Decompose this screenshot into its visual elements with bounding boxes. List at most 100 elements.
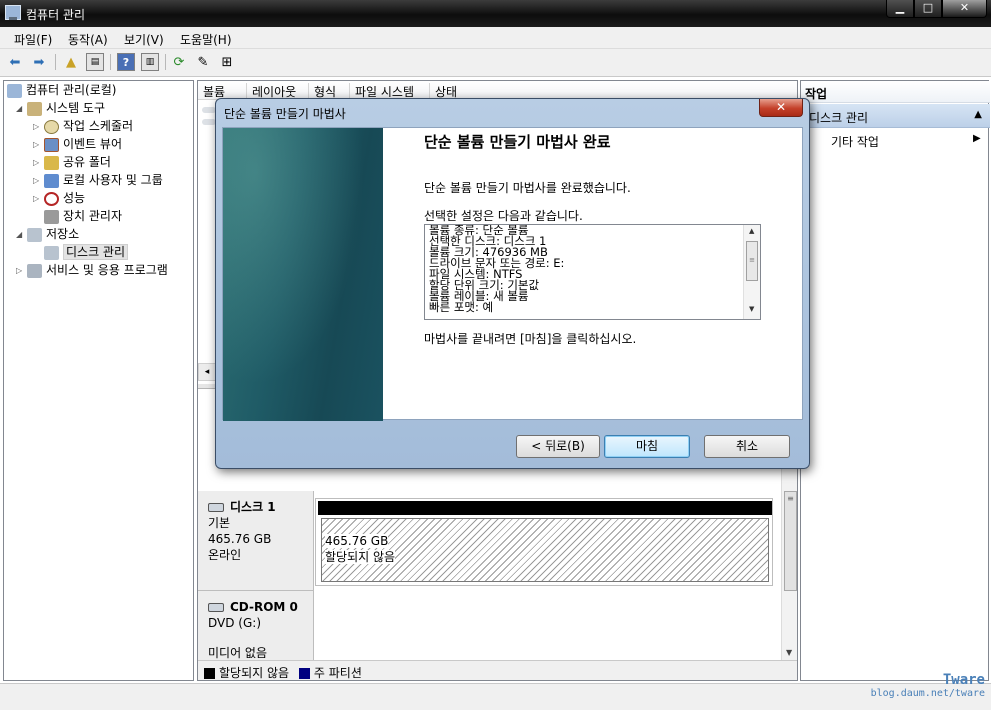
disk-name: 디스크 1 xyxy=(230,500,276,514)
expand-icon[interactable]: ▷ xyxy=(33,154,44,171)
menu-action[interactable]: 동작(A) xyxy=(68,31,108,48)
tree-item-system-tools[interactable]: ◢ 시스템 도구 xyxy=(16,100,105,117)
volume-row-stub[interactable] xyxy=(202,119,216,125)
watermark-url: blog.daum.net/tware xyxy=(870,688,985,699)
watermark: Tware blog.daum.net/tware xyxy=(871,673,985,700)
maximize-button[interactable]: □ xyxy=(914,0,942,18)
collapse-icon[interactable]: ◢ xyxy=(16,226,27,243)
tree-item-services[interactable]: ▷ 서비스 및 응용 프로그램 xyxy=(16,262,168,279)
menu-view[interactable]: 보기(V) xyxy=(124,31,164,48)
partition-status: 할당되지 않음 xyxy=(325,550,396,564)
disk-1-partition-area: 465.76 GB 할당되지 않음 xyxy=(315,498,773,586)
tree-item-task-scheduler[interactable]: ▷ 작업 스케줄러 xyxy=(33,118,133,135)
partition-size: 465.76 GB xyxy=(325,534,389,548)
primary-swatch xyxy=(298,668,310,679)
disk-icon xyxy=(44,245,59,260)
menu-bar: 파일(F) 동작(A) 보기(V) 도움말(H) xyxy=(0,27,991,49)
volume-row-stub[interactable] xyxy=(202,107,216,113)
watermark-brand: Tware xyxy=(942,672,985,688)
tree-item-root[interactable]: 컴퓨터 관리(로컬) xyxy=(7,82,116,99)
computer-icon xyxy=(7,83,22,98)
device-manager-icon xyxy=(44,209,59,224)
wizard-finish-message: 마법사를 끝내려면 [마침]을 클릭하십시오. xyxy=(424,332,637,346)
action-more-actions[interactable]: 기타 작업 xyxy=(831,133,879,150)
collapse-icon[interactable]: ◢ xyxy=(16,100,27,117)
scroll-up-arrow[interactable]: ▲ xyxy=(749,227,754,235)
clock-icon xyxy=(44,119,59,134)
cdrom-name: CD-ROM 0 xyxy=(230,600,298,614)
help-icon[interactable]: ? xyxy=(117,53,135,71)
wizard-settings-label: 선택한 설정은 다음과 같습니다. xyxy=(424,209,583,223)
finish-button[interactable]: 마침 xyxy=(604,435,690,458)
console-tree: 컴퓨터 관리(로컬) ◢ 시스템 도구 ▷ 작업 스케줄러 ▷ 이벤트 뷰어 ▷ 공유 … xyxy=(3,80,194,681)
menu-help[interactable]: 도움말(H) xyxy=(180,31,232,48)
hard-disk-icon xyxy=(208,503,224,512)
tree-item-event-viewer[interactable]: ▷ 이벤트 뷰어 xyxy=(33,136,122,153)
window-titlebar: 컴퓨터 관리 ▁ □ ✕ xyxy=(0,0,991,27)
expand-icon[interactable]: ▷ xyxy=(16,262,27,279)
users-icon xyxy=(44,173,59,188)
back-arrow-icon[interactable]: ⬅ xyxy=(6,53,24,71)
actions-section-disk-management[interactable]: 디스크 관리 ▲ xyxy=(801,104,990,128)
performance-icon xyxy=(44,191,59,206)
window-title: 컴퓨터 관리 xyxy=(26,8,86,22)
unallocated-partition[interactable]: 465.76 GB 할당되지 않음 xyxy=(321,518,769,582)
event-log-icon xyxy=(44,137,59,152)
legend-primary: 주 파티션 xyxy=(313,666,362,680)
cancel-button[interactable]: 취소 xyxy=(704,435,790,458)
scroll-thumb[interactable]: ≡ xyxy=(746,241,758,281)
show-action-pane-icon[interactable]: ▥ xyxy=(141,53,159,71)
settings-scrollbar[interactable]: ▲ ≡ ▼ xyxy=(743,225,760,319)
expand-icon[interactable]: ▷ xyxy=(33,118,44,135)
computer-management-icon xyxy=(5,5,21,20)
refresh-icon[interactable]: ⟳ xyxy=(170,53,188,71)
wizard-title: 단순 볼륨 만들기 마법사 xyxy=(224,107,346,121)
wizard-done-message: 단순 볼륨 만들기 마법사를 완료했습니다. xyxy=(424,181,631,195)
scroll-down-arrow[interactable]: ▼ xyxy=(786,648,792,657)
tree-item-shared-folders[interactable]: ▷ 공유 폴더 xyxy=(33,154,111,171)
expand-icon[interactable]: ▷ xyxy=(33,190,44,207)
toolbar: ⬅ ➡ ▲ ▤ ? ▥ ⟳ ✎ ⊞ xyxy=(0,49,991,77)
wizard-settings-list[interactable]: 볼륨 종류: 단순 볼륨 선택한 디스크: 디스크 1 볼륨 크기: 47693… xyxy=(424,224,761,320)
expand-icon[interactable]: ▷ xyxy=(33,136,44,153)
back-button[interactable]: < 뒤로(B) xyxy=(516,435,600,458)
cdrom-status: 미디어 없음 xyxy=(208,646,268,660)
scroll-left-arrow[interactable]: ◂ xyxy=(198,363,216,381)
services-icon xyxy=(27,263,42,278)
forward-arrow-icon[interactable]: ➡ xyxy=(30,53,48,71)
close-button[interactable]: ✕ xyxy=(942,0,987,18)
menu-file[interactable]: 파일(F) xyxy=(14,31,52,48)
unallocated-swatch xyxy=(204,668,215,679)
tools-icon xyxy=(27,101,42,116)
tree-item-local-users[interactable]: ▷ 로컬 사용자 및 그룹 xyxy=(33,172,163,189)
wizard-heading: 단순 볼륨 만들기 마법사 완료 xyxy=(424,133,611,151)
disk-status: 온라인 xyxy=(208,548,242,562)
disk-size: 465.76 GB xyxy=(208,532,272,546)
wizard-body: 단순 볼륨 만들기 마법사 완료 단순 볼륨 만들기 마법사를 완료했습니다. … xyxy=(222,127,803,421)
settings-line: 빠른 포맷: 예 xyxy=(429,300,494,314)
tree-item-device-manager[interactable]: 장치 관리자 xyxy=(44,208,122,225)
collapse-up-icon[interactable]: ▲ xyxy=(974,109,982,120)
scroll-thumb[interactable]: ≡ xyxy=(784,491,797,591)
cdrom-icon xyxy=(208,603,224,612)
new-simple-volume-wizard: 단순 볼륨 만들기 마법사 ✕ 단순 볼륨 만들기 마법사 완료 단순 볼륨 만… xyxy=(215,98,810,469)
up-folder-icon[interactable]: ▲ xyxy=(62,53,80,71)
tree-item-performance[interactable]: ▷ 성능 xyxy=(33,190,85,207)
export-icon[interactable]: ⊞ xyxy=(218,53,236,71)
tree-item-disk-management[interactable]: 디스크 관리 xyxy=(44,244,129,261)
unallocated-bar xyxy=(318,501,772,515)
storage-icon xyxy=(27,227,42,242)
properties-icon[interactable]: ✎ xyxy=(194,53,212,71)
wizard-close-button[interactable]: ✕ xyxy=(759,99,803,117)
actions-header: 작업 xyxy=(801,81,990,103)
disk-1-header[interactable]: 디스크 1 기본 465.76 GB 온라인 xyxy=(198,491,314,591)
scroll-down-arrow[interactable]: ▼ xyxy=(749,305,754,313)
tree-item-storage[interactable]: ◢ 저장소 xyxy=(16,226,79,243)
expand-icon[interactable]: ▷ xyxy=(33,172,44,189)
minimize-button[interactable]: ▁ xyxy=(886,0,914,18)
status-bar xyxy=(0,683,991,710)
actions-pane: 작업 디스크 관리 ▲ 기타 작업 ▶ xyxy=(800,80,990,681)
legend: 할당되지 않음 주 파티션 xyxy=(198,660,797,680)
wizard-side-banner xyxy=(223,128,383,421)
show-console-tree-icon[interactable]: ▤ xyxy=(86,53,104,71)
